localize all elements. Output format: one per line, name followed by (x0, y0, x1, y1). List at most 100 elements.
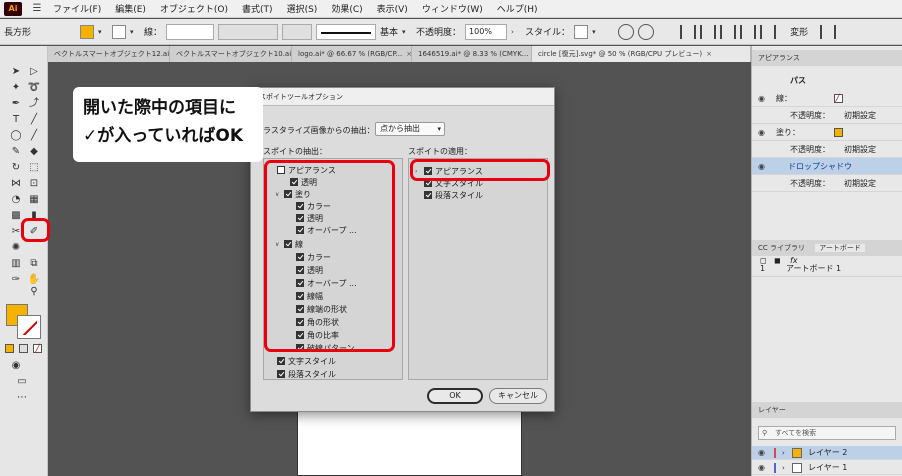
menu-help[interactable]: ヘルプ(H) (490, 2, 545, 15)
fill-color-swatch[interactable] (80, 24, 94, 39)
align-top-icon[interactable] (740, 24, 757, 39)
menu-edit[interactable]: 編集(E) (108, 2, 153, 15)
align-left-icon[interactable] (680, 24, 697, 39)
artboard-row[interactable]: 1 アートボード 1 (752, 260, 902, 277)
close-icon[interactable]: × (706, 46, 712, 62)
mesh-tool-icon[interactable]: ▩ (9, 210, 23, 222)
tab-vector-smart-object-12[interactable]: ベクトルスマートオブジェクト12.ai× (48, 46, 170, 62)
checkbox-checked[interactable] (277, 370, 285, 378)
stroke-color-box[interactable] (17, 315, 41, 339)
raster-sampling-select[interactable]: 点から抽出 ▾ (375, 122, 445, 136)
menu-select[interactable]: 選択(S) (280, 2, 325, 15)
tab-cc-library[interactable]: CC ライブラリ (758, 244, 805, 252)
menu-file[interactable]: ファイル(F) (46, 2, 108, 15)
ok-button[interactable]: OK (427, 388, 483, 404)
menu-type[interactable]: 書式(T) (235, 2, 280, 15)
width-tool-icon[interactable]: ⋈ (9, 178, 23, 190)
hand-tool-icon[interactable]: ✋ (27, 274, 41, 286)
align-right-icon[interactable] (720, 24, 737, 39)
opacity-field[interactable]: 100% (465, 23, 508, 40)
direct-selection-tool-icon[interactable]: ▷ (27, 66, 41, 78)
cancel-button[interactable]: キャンセル (489, 388, 547, 404)
draw-mode-icon[interactable]: ◉ (9, 360, 23, 372)
appearance-row-opacity[interactable]: 不透明度： 初期設定 (752, 107, 902, 124)
brush-dropdown-icon[interactable]: ▾ (402, 25, 412, 39)
layers-search-field[interactable]: ⚲ すべてを検索 (758, 426, 896, 440)
stroke-none-swatch[interactable]: ╱ (834, 94, 843, 103)
pickup-paragraph-style[interactable]: 段落スタイル (277, 368, 336, 380)
rotate-tool-icon[interactable]: ↻ (9, 162, 23, 174)
type-tool-icon[interactable]: T (9, 114, 23, 126)
tab-vector-smart-object-10[interactable]: ベクトルスマートオブジェクト10.ai× (170, 46, 292, 62)
selection-tool-icon[interactable]: ➤ (9, 66, 23, 78)
artboard-tool-icon[interactable]: ⧉ (27, 258, 41, 270)
style-dropdown-icon[interactable]: ▾ (592, 25, 602, 39)
panel-menu-icon[interactable] (820, 24, 837, 39)
appearance-row-drop-shadow[interactable]: ◉ ドロップシャドウ (752, 158, 902, 175)
pen-tool-icon[interactable]: ✒ (9, 98, 23, 110)
curvature-tool-icon[interactable]: ⤴ (27, 98, 41, 110)
menu-object[interactable]: オブジェクト(O) (153, 2, 235, 15)
slice-tool-icon[interactable]: ✑ (9, 274, 23, 286)
checkbox-checked[interactable] (424, 191, 432, 199)
eye-icon[interactable]: ◉ (758, 158, 765, 175)
eye-icon[interactable]: ◉ (758, 124, 765, 141)
line-tool-icon[interactable]: ╱ (27, 114, 41, 126)
screen-mode-icon[interactable]: ▭ (15, 376, 29, 388)
free-transform-tool-icon[interactable]: ⊡ (27, 178, 41, 190)
perspective-grid-tool-icon[interactable]: ▦ (27, 194, 41, 206)
layer-row[interactable]: ◉ › レイヤー 1 (752, 461, 902, 475)
fill-attr-swatch[interactable] (834, 128, 843, 137)
lasso-tool-icon[interactable]: ➰ (27, 82, 41, 94)
graphic-style-swatch[interactable] (574, 24, 589, 39)
menu-window[interactable]: ウィンドウ(W) (415, 2, 490, 15)
scale-tool-icon[interactable]: ⬚ (27, 162, 41, 174)
appearance-row-opacity[interactable]: 不透明度： 初期設定 (752, 141, 902, 158)
gradient-mode-icon[interactable] (19, 344, 28, 353)
magic-wand-tool-icon[interactable]: ✦ (9, 82, 23, 94)
tab-logo[interactable]: logo.ai* @ 66.67 % (RGB/CP... × (292, 46, 412, 62)
eye-icon[interactable]: ◉ (758, 461, 765, 475)
expand-icon[interactable]: › (782, 461, 785, 475)
opacity-arrow-icon[interactable]: › (511, 25, 521, 39)
shape-builder-tool-icon[interactable]: ◔ (9, 194, 23, 206)
appearance-row-stroke[interactable]: ◉ 線： ╱ (752, 90, 902, 107)
tab-artboard[interactable]: アートボード (815, 244, 865, 252)
opacity-label[interactable]: 不透明度： (416, 25, 461, 38)
ellipse-tool-icon[interactable]: ◯ (9, 130, 23, 142)
window-controls[interactable] (842, 2, 902, 16)
symbol-sprayer-tool-icon[interactable]: ✺ (9, 242, 23, 254)
menu-view[interactable]: 表示(V) (370, 2, 415, 15)
edit-toolbar-icon[interactable]: ⋯ (15, 392, 29, 404)
appearance-row-fill[interactable]: ◉ 塗り： (752, 124, 902, 141)
variable-width-field[interactable] (218, 23, 279, 40)
stroke-color-swatch[interactable] (112, 24, 126, 39)
eye-icon[interactable]: ◉ (758, 446, 765, 460)
stroke-weight-field[interactable] (166, 23, 215, 40)
align-center-icon[interactable] (700, 24, 717, 39)
zoom-tool-icon[interactable]: ⚲ (27, 286, 41, 298)
eye-icon[interactable]: ◉ (758, 90, 765, 107)
layers-panel-tab[interactable]: レイヤー (752, 402, 902, 418)
recolor-icon[interactable] (618, 23, 635, 40)
drop-shadow-label[interactable]: ドロップシャドウ (788, 158, 852, 175)
color-mode-icon[interactable] (5, 344, 14, 353)
checkbox-checked[interactable] (277, 357, 285, 365)
shaper-tool-icon[interactable]: ✎ (9, 146, 23, 158)
none-mode-icon[interactable]: ╱ (33, 344, 42, 353)
brush-preview[interactable] (316, 23, 377, 40)
transform-label[interactable]: 変形 (790, 25, 808, 38)
layer-row[interactable]: ◉ › レイヤー 2 (752, 446, 902, 460)
menu-effect[interactable]: 効果(C) (324, 2, 369, 15)
appearance-panel-tab[interactable]: アピアランス (752, 50, 902, 66)
apply-paragraph-style[interactable]: 段落スタイル (415, 189, 483, 201)
align-middle-icon[interactable] (760, 24, 777, 39)
paintbrush-tool-icon[interactable]: ╱ (27, 130, 41, 142)
tab-1646519[interactable]: 1646519.ai* @ 8.33 % (CMYK...× (412, 46, 532, 62)
fill-dropdown-icon[interactable]: ▾ (98, 25, 108, 39)
workspace-menu-icon[interactable]: ☰ (28, 3, 46, 14)
column-graph-tool-icon[interactable]: ▥ (9, 258, 23, 270)
stroke-dropdown-icon[interactable]: ▾ (130, 25, 140, 39)
selection-mode-icon[interactable] (638, 23, 655, 40)
pickup-character-style[interactable]: 文字スタイル (277, 355, 336, 367)
